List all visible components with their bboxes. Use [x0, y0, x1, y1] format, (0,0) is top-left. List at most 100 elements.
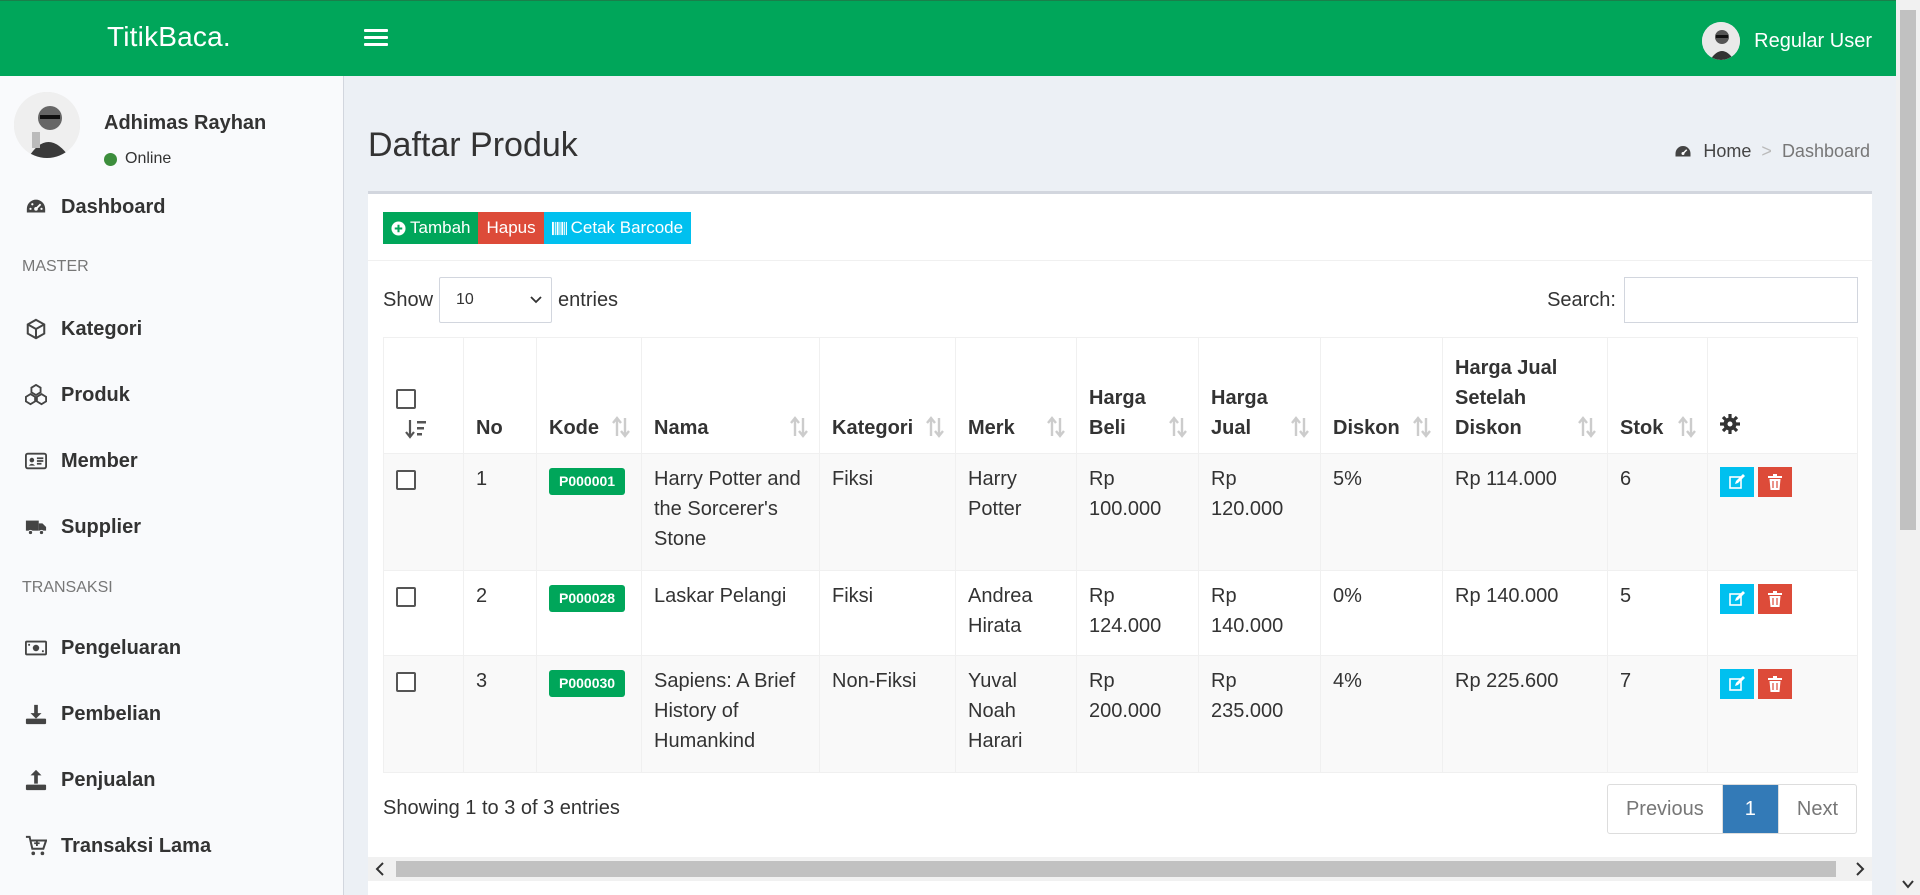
cell-kategori: Fiksi: [819, 453, 956, 571]
row-checkbox[interactable]: [396, 469, 416, 490]
previous-page-button[interactable]: Previous: [1608, 785, 1723, 833]
sidebar-item-label: Produk: [61, 383, 130, 406]
scrollbar-thumb[interactable]: [1900, 10, 1916, 530]
download-icon: [25, 704, 47, 725]
column-header-kode[interactable]: Kode: [536, 337, 642, 454]
vertical-scrollbar[interactable]: [1896, 0, 1920, 895]
column-header-harga-setelah-diskon[interactable]: Harga Jual Setelah Diskon: [1442, 337, 1608, 454]
column-header-nama[interactable]: Nama: [641, 337, 820, 454]
cell-no: 2: [463, 570, 537, 656]
column-label: Kategori: [832, 417, 914, 439]
cell-stok: 7: [1607, 655, 1708, 773]
row-checkbox[interactable]: [396, 586, 416, 607]
edit-icon: [1729, 474, 1745, 489]
hamburger-menu-icon[interactable]: [364, 29, 388, 49]
sidebar-item-kategori[interactable]: Kategori: [0, 304, 343, 354]
sidebar-item-label: Pengeluaran: [61, 636, 182, 659]
sidebar-item-produk[interactable]: Produk: [0, 370, 343, 420]
edit-icon: [1729, 591, 1745, 606]
sidebar-item-supplier[interactable]: Supplier: [0, 502, 343, 552]
select-all-header: [383, 337, 464, 454]
delete-row-button[interactable]: [1758, 584, 1792, 614]
chevron-down-icon: [530, 296, 542, 304]
trash-icon: [1768, 474, 1782, 490]
table-info: Showing 1 to 3 of 3 entries: [383, 797, 620, 819]
column-header-harga-jual[interactable]: Harga Jual: [1198, 337, 1321, 454]
breadcrumb-current: Dashboard: [1781, 141, 1870, 161]
sidebar-item-penjualan[interactable]: Penjualan: [0, 755, 343, 805]
edit-button[interactable]: [1720, 467, 1754, 497]
cell-harga-beli: Rp 124.000: [1076, 570, 1199, 656]
cell-kategori: Non-Fiksi: [819, 655, 956, 773]
column-header-diskon[interactable]: Diskon: [1320, 337, 1443, 454]
entries-select[interactable]: 10: [439, 277, 553, 323]
table-row: 2 P000028 Laskar Pelangi Fiksi Andrea Hi…: [383, 570, 1858, 656]
scroll-left-icon[interactable]: [374, 861, 386, 877]
delete-row-button[interactable]: [1758, 669, 1792, 699]
product-code-badge: P000028: [549, 585, 626, 612]
sort-icon: [790, 416, 808, 438]
delete-row-button[interactable]: [1758, 467, 1792, 497]
money-icon: [25, 640, 47, 656]
scroll-down-icon[interactable]: [1902, 879, 1914, 889]
sidebar-item-label: Dashboard: [61, 195, 166, 218]
next-page-button[interactable]: Next: [1777, 785, 1856, 833]
delete-button-label: Hapus: [486, 218, 536, 237]
cell-nama: Sapiens: A Brief History of Humankind: [641, 655, 820, 773]
page-1-button[interactable]: 1: [1722, 785, 1778, 833]
header-user-name: Regular User: [1754, 29, 1872, 52]
edit-button[interactable]: [1720, 584, 1754, 614]
delete-button[interactable]: Hapus: [478, 212, 544, 244]
cell-stok: 6: [1607, 453, 1708, 571]
sidebar-item-transaksi-lama[interactable]: Transaksi Lama: [0, 821, 343, 871]
product-table: No Kode Nama Kategori Merk Harga Beli Ha…: [383, 337, 1858, 773]
cell-harga-jual: Rp 235.000: [1198, 655, 1321, 773]
column-header-stok[interactable]: Stok: [1607, 337, 1708, 454]
scrollbar-thumb[interactable]: [396, 861, 1836, 877]
user-panel: Adhimas Rayhan Online: [14, 92, 334, 172]
cell-harga-jual: Rp 140.000: [1198, 570, 1321, 656]
gear-icon: [1720, 414, 1740, 434]
edit-button[interactable]: [1720, 669, 1754, 699]
cell-no: 3: [463, 655, 537, 773]
sidebar-item-member[interactable]: Member: [0, 436, 343, 486]
print-barcode-label: Cetak Barcode: [570, 218, 684, 237]
column-header-no[interactable]: No: [463, 337, 537, 454]
sidebar-item-pembelian[interactable]: Pembelian: [0, 689, 343, 739]
pagination: Previous 1 Next: [1606, 784, 1857, 834]
dashboard-icon: [1675, 145, 1691, 156]
upload-icon: [25, 769, 47, 791]
breadcrumb-home[interactable]: Home: [1703, 141, 1751, 162]
user-menu[interactable]: Regular User: [1702, 22, 1872, 60]
column-header-kategori[interactable]: Kategori: [819, 337, 956, 454]
column-header-merk[interactable]: Merk: [955, 337, 1077, 454]
column-label: Harga Jual: [1211, 387, 1268, 439]
sort-desc-icon[interactable]: [404, 418, 428, 440]
user-status: Online: [104, 150, 171, 168]
column-header-harga-beli[interactable]: Harga Beli: [1076, 337, 1199, 454]
cell-stok: 5: [1607, 570, 1708, 656]
horizontal-scrollbar[interactable]: [368, 857, 1872, 881]
sidebar-item-label: Kategori: [61, 317, 143, 340]
sidebar-item-dashboard[interactable]: Dashboard: [0, 182, 343, 232]
sidebar-item-pengeluaran[interactable]: Pengeluaran: [0, 623, 343, 673]
sidebar-item-label: Penjualan: [61, 768, 156, 791]
online-dot-icon: [104, 152, 117, 166]
sidebar: Adhimas Rayhan Online Dashboard MASTER K…: [0, 76, 344, 895]
search-control: Search:: [1547, 277, 1858, 323]
select-all-checkbox[interactable]: [396, 388, 416, 409]
brand-logo[interactable]: TitikBaca.: [107, 21, 231, 53]
cell-harga-setelah-diskon: Rp 225.600: [1442, 655, 1608, 773]
entries-value: 10: [456, 291, 474, 308]
search-input[interactable]: [1624, 277, 1858, 323]
sort-icon: [1413, 416, 1431, 438]
row-checkbox[interactable]: [396, 671, 416, 692]
id-card-icon: [25, 452, 47, 470]
scroll-right-icon[interactable]: [1854, 861, 1866, 877]
print-barcode-button[interactable]: Cetak Barcode: [543, 212, 692, 244]
sort-icon: [612, 416, 630, 438]
add-button[interactable]: Tambah: [383, 212, 479, 244]
table-row: 1 P000001 Harry Potter and the Sorcerer'…: [383, 453, 1858, 571]
top-navbar: TitikBaca. Regular User: [0, 0, 1896, 76]
barcode-icon: [551, 221, 567, 235]
